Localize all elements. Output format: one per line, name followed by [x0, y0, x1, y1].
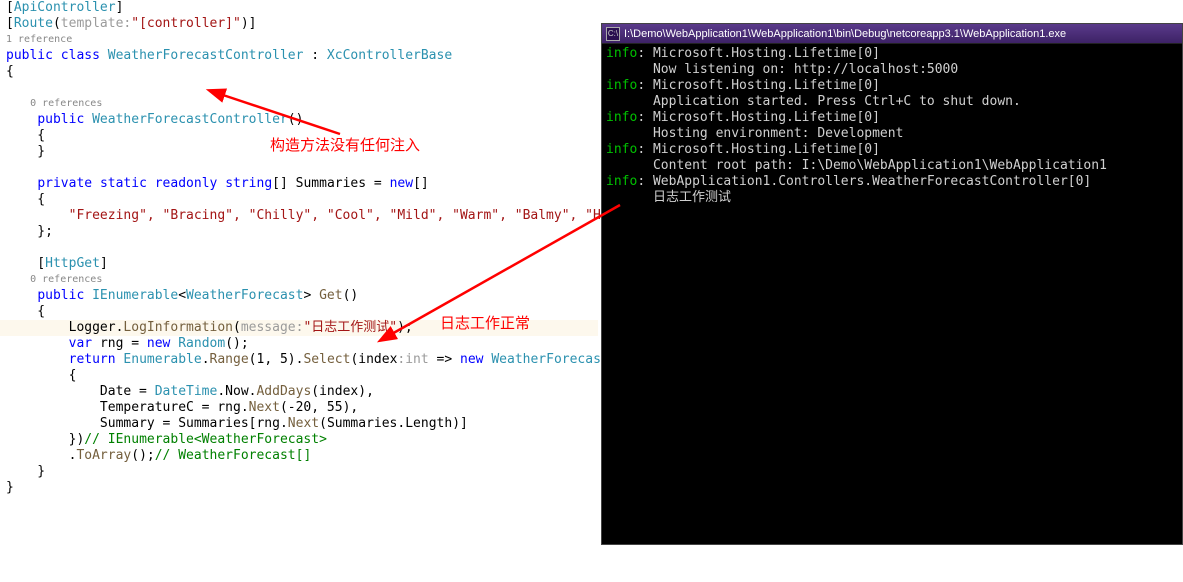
console-window[interactable]: C:\ I:\Demo\WebApplication1\WebApplicati…	[601, 23, 1183, 545]
console-icon: C:\	[606, 27, 620, 41]
console-titlebar[interactable]: C:\ I:\Demo\WebApplication1\WebApplicati…	[602, 24, 1182, 44]
console-title: I:\Demo\WebApplication1\WebApplication1\…	[624, 28, 1066, 40]
annotation-1: 构造方法没有任何注入	[270, 134, 420, 155]
console-output[interactable]: info: Microsoft.Hosting.Lifetime[0] Now …	[602, 44, 1182, 544]
annotation-2: 日志工作正常	[440, 312, 530, 333]
